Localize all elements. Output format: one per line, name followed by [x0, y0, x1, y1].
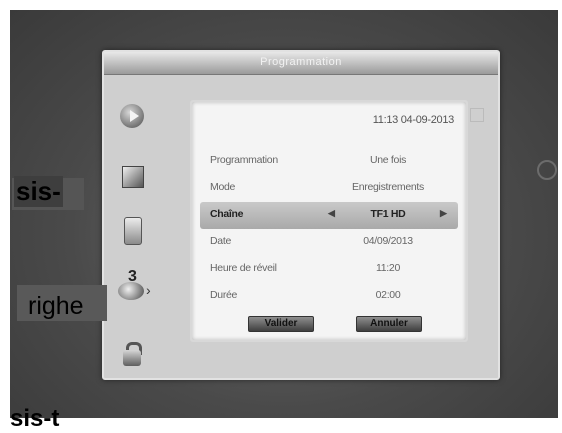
dialog-panel: Programmation 3 › 11:13 04-09-2013 Progr… [102, 50, 500, 380]
form-row-duration[interactable]: Durée 02:00 [200, 283, 458, 310]
row-label: Chaîne [210, 208, 244, 220]
row-value: 11:20 [376, 262, 400, 274]
clock-datetime: 11:13 04-09-2013 [372, 114, 455, 126]
row-value: 02:00 [375, 289, 401, 301]
dialog-title: Programmation [260, 56, 342, 68]
background-registered-mark [537, 160, 557, 180]
row-value: 04/09/2013 [363, 235, 413, 247]
row-label: Heure de réveil [210, 262, 277, 274]
lock-icon[interactable] [114, 342, 150, 372]
form-rows: Programmation Une fois Mode Enregistreme… [200, 148, 458, 310]
row-label: Mode [210, 181, 236, 193]
form-row-channel[interactable]: Chaîne ◀ TF1 HD ▶ [200, 202, 458, 229]
overlay-text-bottom: sis-t [10, 405, 60, 432]
schedule-form: 11:13 04-09-2013 Programmation Une fois … [190, 100, 484, 342]
media-card-icon[interactable] [114, 217, 150, 247]
row-value: Une fois [369, 154, 407, 166]
chevron-right-icon: › [146, 282, 151, 298]
dialog-title-bar: Programmation [104, 52, 498, 75]
tv-screen: ℓ Programmation 3 › [10, 10, 558, 418]
timer-icon-number: 3 [128, 268, 137, 285]
form-row-wake-time[interactable]: Heure de réveil 11:20 [200, 256, 458, 283]
overlay-text-sis: sis- [14, 176, 63, 207]
tv-icon[interactable] [114, 164, 150, 194]
timer-icon[interactable]: 3 › [114, 268, 151, 304]
arrow-right-icon[interactable]: ▶ [440, 208, 447, 219]
row-label: Date [210, 235, 231, 247]
row-label: Durée [210, 289, 238, 301]
row-value: Enregistrements [352, 181, 424, 193]
overlay-text-righe: righe [28, 292, 84, 320]
form-row-mode[interactable]: Mode Enregistrements [200, 175, 458, 202]
form-row-date[interactable]: Date 04/09/2013 [200, 229, 458, 256]
validate-button[interactable]: Valider [248, 316, 314, 332]
play-disc-icon[interactable] [114, 102, 150, 132]
scrollbar[interactable] [470, 108, 484, 122]
row-value: TF1 HD [370, 208, 406, 220]
row-label: Programmation [210, 154, 278, 166]
form-row-programmation[interactable]: Programmation Une fois [200, 148, 458, 175]
cancel-button[interactable]: Annuler [356, 316, 422, 332]
